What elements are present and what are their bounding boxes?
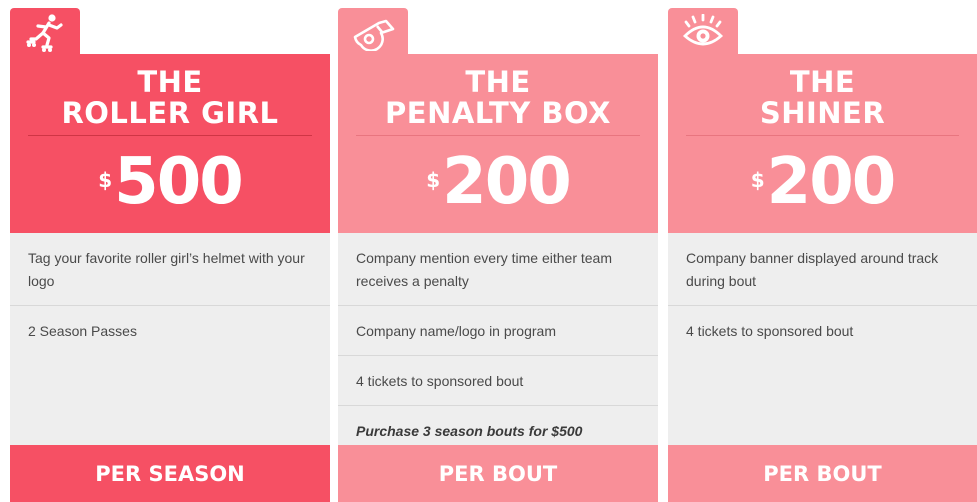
feature-list: Company banner displayed around track du… (668, 233, 977, 445)
card-icon-tab (338, 8, 408, 58)
price-amount: 200 (766, 145, 897, 219)
feature-list: Tag your favorite roller girl’s helmet w… (10, 233, 330, 445)
feature-item: 2 Season Passes (28, 323, 137, 339)
whistle-icon (353, 19, 395, 51)
pricing-card-shiner: THE SHINER $ 200 Company banner displaye… (668, 0, 977, 502)
price-amount: 200 (442, 145, 572, 219)
card-icon-tab (668, 8, 738, 58)
pricing-card-roller-girl: THE ROLLER GIRL $ 500 Tag your favorite … (10, 0, 330, 502)
eye-icon (682, 14, 724, 46)
card-footer-button[interactable]: PER BOUT (668, 445, 977, 502)
card-title: THE PENALTY BOX (338, 67, 658, 129)
feature-item: Company banner displayed around track du… (668, 233, 977, 306)
card-footer-button[interactable]: PER SEASON (10, 445, 330, 502)
feature-item: 4 tickets to sponsored bout (686, 323, 854, 339)
card-footer-button[interactable]: PER BOUT (338, 445, 658, 502)
card-icon-tab (10, 8, 80, 58)
currency-symbol: $ (98, 168, 113, 192)
card-title: THE SHINER (668, 67, 977, 129)
card-title: THE ROLLER GIRL (10, 67, 330, 129)
card-title-line2: ROLLER GIRL (61, 96, 279, 130)
feature-item: Company name/logo in program (338, 306, 658, 356)
card-title-line2: SHINER (759, 96, 886, 130)
title-divider (28, 135, 312, 136)
card-title-line1: THE (137, 65, 203, 99)
currency-symbol: $ (750, 168, 765, 192)
pricing-card-penalty-box: THE PENALTY BOX $ 200 Company mention ev… (338, 0, 658, 502)
card-title-line1: THE (465, 65, 531, 99)
roller-skater-icon (26, 14, 63, 52)
card-header: THE SHINER $ 200 (668, 54, 977, 233)
card-header: THE PENALTY BOX $ 200 (338, 54, 658, 233)
card-price: $ 200 (668, 146, 977, 218)
card-header: THE ROLLER GIRL $ 500 (10, 54, 330, 233)
feature-list: Company mention every time either team r… (338, 233, 658, 445)
currency-symbol: $ (426, 168, 441, 192)
title-divider (356, 135, 640, 136)
card-title-line2: PENALTY BOX (385, 96, 611, 130)
card-price: $ 500 (10, 146, 330, 218)
price-amount: 500 (114, 145, 244, 219)
feature-item: Tag your favorite roller girl’s helmet w… (10, 233, 330, 306)
title-divider (686, 135, 959, 136)
feature-item: 4 tickets to sponsored bout (338, 356, 658, 406)
feature-item: Company mention every time either team r… (338, 233, 658, 306)
card-title-line1: THE (789, 65, 856, 99)
card-price: $ 200 (338, 146, 658, 218)
